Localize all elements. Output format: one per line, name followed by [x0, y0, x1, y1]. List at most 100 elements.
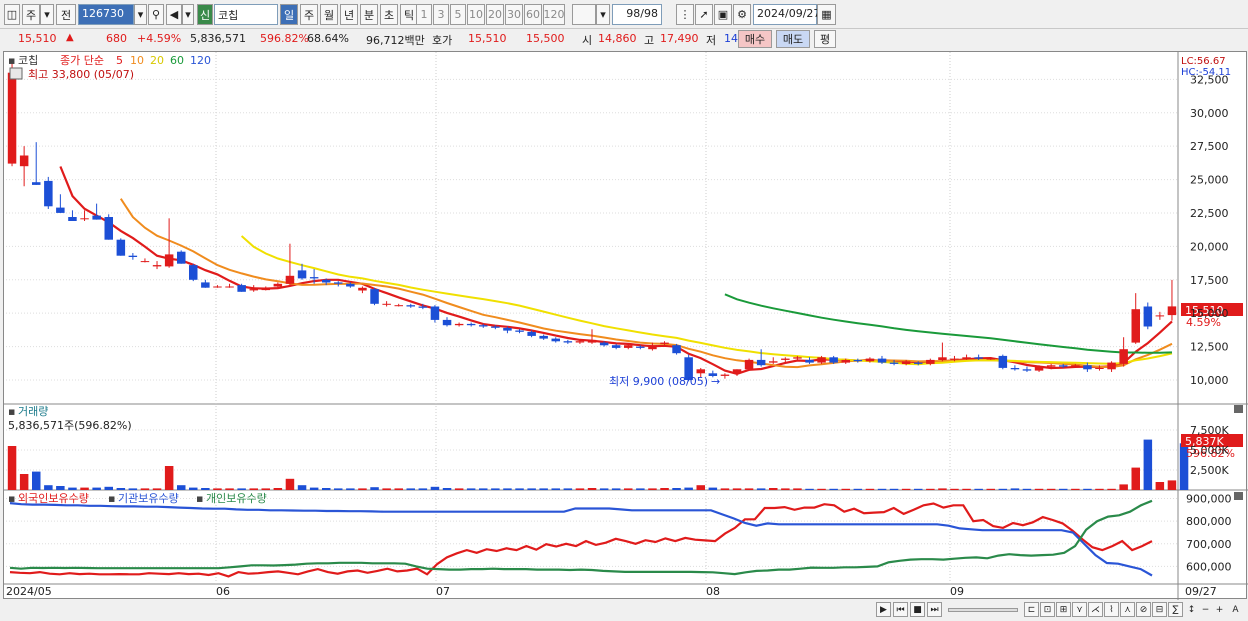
candle-body [998, 355, 1008, 368]
calendar-small-icon[interactable] [9, 67, 23, 80]
volume-bar [164, 466, 174, 490]
prev-button[interactable]: 전 [56, 4, 76, 25]
candle-body [189, 265, 198, 280]
zoom-slider[interactable] [948, 608, 1018, 612]
holders-line-0 [9, 502, 1153, 578]
search-icon[interactable]: ⚲ [148, 4, 164, 25]
interval-button-30[interactable]: 30 [505, 4, 523, 25]
price-y-tick: 15,000 [1190, 307, 1229, 320]
volume-ratio: 596.82% [260, 32, 309, 45]
tool-5-icon[interactable]: ⋌ [1088, 602, 1103, 617]
holders-line-1 [9, 502, 1153, 577]
save-icon[interactable]: ▣ [714, 4, 732, 25]
tool-6-icon[interactable]: ⌇ [1104, 602, 1119, 617]
market-type-button[interactable]: 주 [22, 4, 40, 25]
interval-button-1[interactable]: 1 [416, 4, 432, 25]
ma-period-20: 20 [150, 54, 164, 67]
period-button-5[interactable]: 초 [380, 4, 398, 25]
stock-name-field[interactable]: 코칩 [214, 4, 278, 25]
scroll-start-icon[interactable]: ⏮ [893, 602, 908, 617]
candle-body [1083, 365, 1092, 370]
buy-button[interactable]: 매수 [738, 30, 772, 48]
tool-4-icon[interactable]: ⋎ [1072, 602, 1087, 617]
zoom-out-icon[interactable]: − [1198, 602, 1213, 617]
gear-icon[interactable]: ⚙ [733, 4, 751, 25]
interval-button-10[interactable]: 10 [467, 4, 485, 25]
auto-icon[interactable]: A [1228, 602, 1243, 617]
candle-body [346, 283, 355, 287]
candle-body [1071, 365, 1080, 367]
ma-label: 종가 단순 [60, 54, 104, 67]
tool-1-icon[interactable]: ⊏ [1024, 602, 1039, 617]
volume-bar [914, 488, 923, 490]
date-input[interactable]: 2024/09/27 [753, 4, 820, 25]
period-button-3[interactable]: 년 [340, 4, 358, 25]
candle-body [1034, 366, 1044, 371]
avg-button[interactable]: 평 [814, 30, 836, 48]
tool-2-icon[interactable]: ⊡ [1040, 602, 1055, 617]
interval-button-60[interactable]: 60 [524, 4, 542, 25]
period-button-1[interactable]: 주 [300, 4, 318, 25]
period-blank-field[interactable] [572, 4, 596, 25]
speaker-dropdown-icon[interactable]: ▾ [182, 4, 194, 25]
dropdown-icon[interactable]: ▾ [40, 4, 54, 25]
interval-button-5[interactable]: 5 [450, 4, 466, 25]
tool-7-icon[interactable]: ⋏ [1120, 602, 1135, 617]
sell-button[interactable]: 매도 [776, 30, 810, 48]
candle-body [889, 362, 899, 364]
ma-line-5 [59, 166, 1173, 375]
draw-icon[interactable]: ➚ [695, 4, 713, 25]
holders-close-icon[interactable] [1234, 492, 1243, 500]
volume-bar [551, 488, 560, 490]
scroll-end-icon[interactable]: ⏭ [927, 602, 942, 617]
stop-icon[interactable]: ■ [910, 602, 925, 617]
tool-8-icon[interactable]: ⊘ [1136, 602, 1151, 617]
candle-body [322, 279, 331, 283]
candle-body [986, 358, 995, 360]
volume-bar [394, 488, 403, 490]
candle-body [140, 261, 150, 263]
dots-icon[interactable]: ⋮ [676, 4, 694, 25]
holders-line-2 [9, 499, 1153, 576]
interval-button-20[interactable]: 20 [486, 4, 504, 25]
window-icon[interactable]: ◫ [4, 4, 20, 25]
scroll-right-icon[interactable]: ▶ [876, 602, 891, 617]
lc-label: LC:56.67 [1181, 56, 1226, 67]
interval-button-120[interactable]: 120 [543, 4, 565, 25]
price-y-tick: 22,500 [1190, 207, 1229, 220]
candle-body [696, 369, 705, 374]
tool-3-icon[interactable]: ⊞ [1056, 602, 1071, 617]
volume-bar [7, 446, 17, 490]
volume-bar [454, 488, 464, 490]
period-button-4[interactable]: 분 [360, 4, 378, 25]
volume-close-icon[interactable] [1234, 405, 1243, 413]
stock-chart-svg[interactable]: ▪ 코칩 종가 단순 5 10 20 60 120 최고 33,800 (05/… [4, 52, 1248, 600]
volume-bar [926, 488, 935, 490]
candle-body [1143, 306, 1153, 327]
period-dropdown-icon[interactable]: ▾ [596, 4, 610, 25]
tool-10-icon[interactable]: ∑ [1168, 602, 1183, 617]
price-change: 680 [106, 32, 127, 45]
candle-body [575, 341, 585, 343]
volume-bar [491, 488, 500, 490]
zoom-in-icon[interactable]: + [1212, 602, 1227, 617]
period-button-2[interactable]: 월 [320, 4, 338, 25]
candle-body [152, 265, 162, 267]
volume-bar [503, 488, 512, 490]
x-label-07: 07 [436, 585, 450, 598]
candle-body [261, 289, 270, 291]
candle-body [201, 282, 210, 288]
code-dropdown-icon[interactable]: ▾ [134, 4, 147, 25]
calendar-icon[interactable]: ▦ [817, 4, 836, 25]
candle-body [116, 239, 126, 256]
period-button-0[interactable]: 일 [280, 4, 298, 25]
candle-body [213, 286, 222, 288]
volume-bar [68, 487, 77, 490]
speaker-icon[interactable]: ◀ [166, 4, 182, 25]
tool-9-icon[interactable]: ⊟ [1152, 602, 1167, 617]
stock-code-input[interactable]: 126730 [78, 4, 134, 25]
count-field[interactable]: 98/98 [612, 4, 662, 25]
interval-button-3[interactable]: 3 [433, 4, 449, 25]
volume-bar [1167, 480, 1177, 490]
cross-icon[interactable]: ↕ [1184, 602, 1199, 617]
